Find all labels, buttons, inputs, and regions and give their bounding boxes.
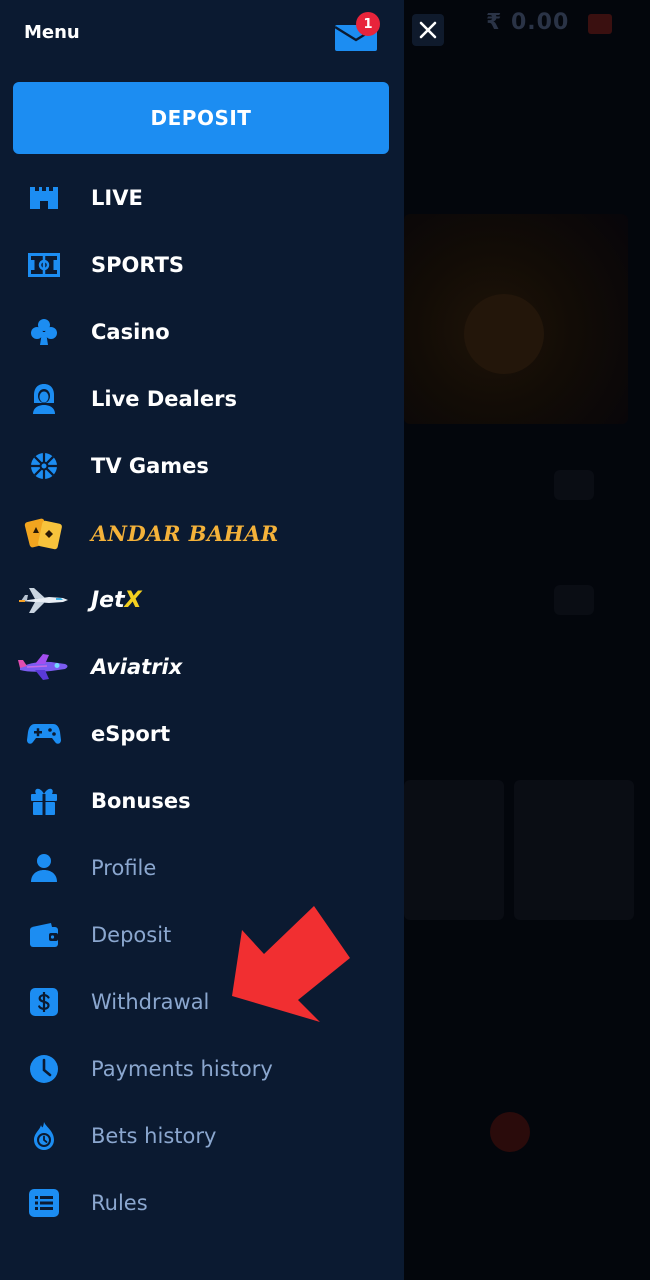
- menu-title: Menu: [24, 22, 80, 43]
- club-suit-icon: [22, 312, 66, 352]
- menu-item-payments-history[interactable]: Payments history: [0, 1036, 404, 1102]
- airplane-icon: [16, 647, 72, 687]
- menu-item-live[interactable]: LIVE: [0, 165, 404, 231]
- menu-item-rules[interactable]: Rules: [0, 1170, 404, 1236]
- menu-item-label: TV Games: [91, 454, 209, 478]
- dollar-icon: [22, 982, 66, 1022]
- user-icon: [22, 848, 66, 888]
- jet-plane-icon: [18, 580, 70, 620]
- close-icon: [419, 21, 437, 39]
- close-menu-button[interactable]: [412, 14, 444, 46]
- menu-item-label: Casino: [91, 320, 170, 344]
- menu-item-casino[interactable]: Casino: [0, 299, 404, 365]
- annotation-arrow-icon: [232, 906, 350, 1022]
- castle-icon: [22, 178, 66, 218]
- football-field-icon: [22, 245, 66, 285]
- wallet-icon: [22, 915, 66, 955]
- dealer-icon: [22, 379, 66, 419]
- menu-item-label: Withdrawal: [91, 990, 210, 1014]
- background-balance: ₹ 0.00: [486, 10, 570, 35]
- background-page: ₹ 0.00: [404, 0, 650, 1280]
- menu-item-label: Live Dealers: [91, 387, 237, 411]
- deposit-button[interactable]: DEPOSIT: [13, 82, 389, 154]
- menu-item-label: JetX: [91, 587, 142, 613]
- menu-item-label: Bonuses: [91, 789, 191, 813]
- gift-icon: [22, 781, 66, 821]
- menu-item-label: Bets history: [91, 1124, 217, 1148]
- menu-item-tv-games[interactable]: TV Games: [0, 433, 404, 499]
- background-card: [514, 780, 634, 920]
- clock-icon: [22, 1049, 66, 1089]
- bets-history-icon: [22, 1116, 66, 1156]
- background-banner: [404, 214, 628, 424]
- list-icon: [22, 1183, 66, 1223]
- menu-item-label: SPORTS: [91, 253, 185, 277]
- menu-item-live-dealers[interactable]: Live Dealers: [0, 366, 404, 432]
- menu-item-label: ANDAR BAHAR: [91, 520, 279, 546]
- menu-item-bonuses[interactable]: Bonuses: [0, 768, 404, 834]
- menu-item-label: eSport: [91, 722, 171, 746]
- background-card: [554, 470, 594, 500]
- menu-item-label: Payments history: [91, 1057, 273, 1081]
- menu-item-label: LIVE: [91, 186, 143, 210]
- menu-item-esport[interactable]: eSport: [0, 701, 404, 767]
- menu-item-label: Aviatrix: [91, 655, 183, 679]
- wheel-icon: [22, 446, 66, 486]
- cards-icon: [22, 513, 66, 553]
- background-card: [554, 585, 594, 615]
- menu-item-sports[interactable]: SPORTS: [0, 232, 404, 298]
- menu-item-label: Rules: [91, 1191, 148, 1215]
- background-avatar: [490, 1112, 530, 1152]
- mail-button[interactable]: 1: [334, 12, 380, 52]
- menu-item-label: Profile: [91, 856, 157, 880]
- menu-item-label: Deposit: [91, 923, 172, 947]
- background-card: [404, 780, 504, 920]
- menu-item-jetx[interactable]: JetX: [0, 567, 404, 633]
- background-flag-icon: [588, 14, 612, 34]
- menu-item-bets-history[interactable]: Bets history: [0, 1103, 404, 1169]
- gamepad-icon: [22, 714, 66, 754]
- menu-item-profile[interactable]: Profile: [0, 835, 404, 901]
- side-menu: Menu 1 DEPOSIT LIVE SPORTS Casino Live D…: [0, 0, 404, 1280]
- notification-badge: 1: [356, 12, 380, 36]
- menu-item-aviatrix[interactable]: Aviatrix: [0, 634, 404, 700]
- menu-item-andar-bahar[interactable]: ANDAR BAHAR: [0, 500, 404, 566]
